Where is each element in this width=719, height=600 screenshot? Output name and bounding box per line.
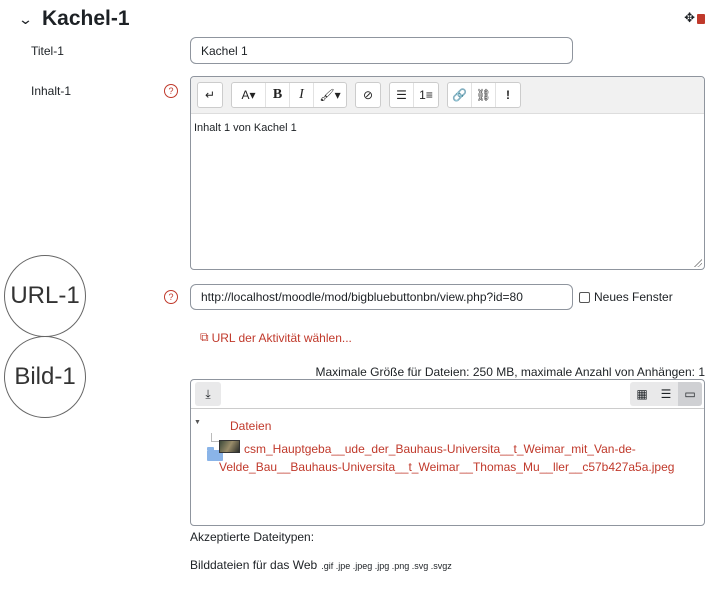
accepted-types: Bilddateien für das Web .gif .jpe .jpeg … <box>190 558 452 572</box>
accepted-extensions: .gif .jpe .jpeg .jpg .png .svg .svgz <box>321 561 452 571</box>
help-icon[interactable]: ? <box>164 84 178 98</box>
grid-view-icon[interactable]: ▦ <box>630 382 654 406</box>
url-input[interactable]: http://localhost/moodle/mod/bigbluebutto… <box>190 284 573 310</box>
italic-button[interactable]: I <box>290 83 314 107</box>
clear-formatting-button[interactable]: ⊘ <box>356 83 380 107</box>
download-icon[interactable]: ⤓ <box>195 382 221 406</box>
choose-activity-link[interactable]: ⧉ URL der Aktivität wählen... <box>200 330 352 345</box>
resize-handle-icon[interactable] <box>693 258 702 267</box>
list-view-icon[interactable]: ☰ <box>654 382 678 406</box>
unlink-button[interactable]: ⛓ <box>472 83 496 107</box>
annotation-image-label: Bild-1 <box>14 363 76 390</box>
section-header: ⌄ Kachel-1 <box>18 6 130 32</box>
title-input[interactable]: Kachel 1 <box>190 37 573 64</box>
title-label: Titel-1 <box>31 44 64 58</box>
view-switcher: ▦ ☰ ▭ <box>630 382 702 406</box>
trash-icon[interactable] <box>697 14 705 24</box>
toolbar-group-collapse: ↵ <box>197 82 223 108</box>
external-link-icon: ⧉ <box>200 330 209 344</box>
folder-name[interactable]: Dateien <box>230 419 271 433</box>
chevron-down-icon[interactable]: ⌄ <box>18 11 36 28</box>
new-window-option: Neues Fenster <box>579 290 673 304</box>
move-icon[interactable]: ✥ <box>684 10 695 26</box>
new-window-checkbox[interactable] <box>579 291 590 303</box>
paragraph-style-button[interactable]: A▾ <box>232 83 266 107</box>
editor-toolbar: ↵ A▾ B I 🖌▾ ⊘ ☰ 1≡ 🔗 ⛓ ! <box>191 77 704 114</box>
link-button[interactable]: 🔗 <box>448 83 472 107</box>
accessibility-check-button[interactable]: ! <box>496 83 520 107</box>
toolbar-group-links: 🔗 ⛓ ! <box>447 82 521 108</box>
help-icon[interactable]: ? <box>164 290 178 304</box>
content-editor[interactable]: ↵ A▾ B I 🖌▾ ⊘ ☰ 1≡ 🔗 ⛓ ! Inhalt 1 von Ka… <box>190 76 705 270</box>
editor-content[interactable]: Inhalt 1 von Kachel 1 <box>191 114 704 142</box>
text-color-button[interactable]: 🖌▾ <box>314 83 346 107</box>
unordered-list-button[interactable]: ☰ <box>390 83 414 107</box>
folder-view-icon[interactable]: ▭ <box>678 382 702 406</box>
file-name-line-1[interactable]: csm_Hauptgeba__ude_der_Bauhaus-Universit… <box>244 442 636 456</box>
file-name-line-2[interactable]: Velde_Bau__Bauhaus-Universita__t_Weimar_… <box>219 460 674 474</box>
choose-activity-link-text: URL der Aktivität wählen... <box>211 330 352 345</box>
file-limits: Maximale Größe für Dateien: 250 MB, maxi… <box>315 365 705 379</box>
toolbar-group-style: A▾ B I 🖌▾ <box>231 82 347 108</box>
accepted-type-name: Bilddateien für das Web <box>190 558 318 572</box>
title-input-value: Kachel 1 <box>201 43 248 58</box>
content-label: Inhalt-1 <box>31 84 72 98</box>
tree-expand-icon[interactable]: ▼ <box>194 419 201 426</box>
file-manager: ⤓ ▦ ☰ ▭ ▼ Dateien csm_Hauptgeba__ude_der… <box>190 379 705 526</box>
annotation-url: URL-1 <box>4 255 86 337</box>
section-actions: ✥ <box>684 10 705 26</box>
section-title: Kachel-1 <box>42 7 130 30</box>
collapse-toolbar-button[interactable]: ↵ <box>198 83 222 107</box>
toolbar-group-clear: ⊘ <box>355 82 381 108</box>
toolbar-group-lists: ☰ 1≡ <box>389 82 439 108</box>
annotation-image: Bild-1 <box>4 336 86 418</box>
annotation-url-label: URL-1 <box>10 282 80 309</box>
image-thumbnail-icon <box>219 440 240 453</box>
bold-button[interactable]: B <box>266 83 290 107</box>
accepted-types-label: Akzeptierte Dateitypen: <box>190 530 315 544</box>
url-input-value: http://localhost/moodle/mod/bigbluebutto… <box>201 290 523 304</box>
new-window-label: Neues Fenster <box>594 290 673 304</box>
ordered-list-button[interactable]: 1≡ <box>414 83 438 107</box>
file-manager-toolbar: ⤓ ▦ ☰ ▭ <box>191 380 704 409</box>
